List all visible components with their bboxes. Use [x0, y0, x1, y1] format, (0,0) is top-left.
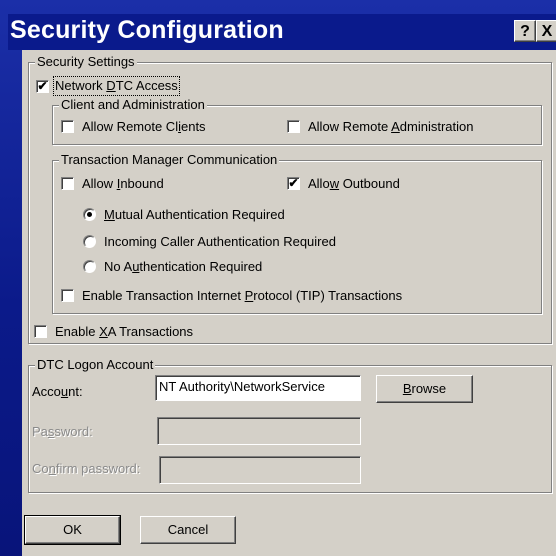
- account-input[interactable]: NT Authority\NetworkService: [155, 375, 361, 401]
- window-frame: Security Configuration ? X Security Sett…: [0, 0, 556, 556]
- incoming-caller-auth-label[interactable]: Incoming Caller Authentication Required: [104, 234, 336, 250]
- confirm-password-input[interactable]: [159, 456, 361, 484]
- enable-xa-label[interactable]: Enable XA Transactions: [55, 324, 193, 340]
- allow-inbound-label[interactable]: Allow Inbound: [82, 176, 164, 192]
- confirm-password-label: Confirm password:: [32, 461, 141, 476]
- tm-communication-legend: Transaction Manager Communication: [59, 152, 280, 167]
- network-dtc-access-checkbox[interactable]: ✔: [36, 80, 49, 93]
- password-label: Password:: [32, 424, 93, 439]
- no-auth-radio[interactable]: [83, 260, 96, 273]
- allow-remote-admin-checkbox[interactable]: [287, 120, 300, 133]
- enable-xa-checkbox[interactable]: [34, 325, 47, 338]
- client-admin-legend: Client and Administration: [59, 97, 207, 112]
- dialog-body: Security Settings ✔ Network DTC Access C…: [22, 50, 556, 556]
- network-dtc-access-label[interactable]: Network DTC Access: [53, 76, 180, 96]
- mutual-auth-radio[interactable]: [83, 208, 96, 221]
- allow-remote-clients-label[interactable]: Allow Remote Clients: [82, 119, 206, 135]
- mutual-auth-label[interactable]: Mutual Authentication Required: [104, 207, 285, 223]
- security-settings-legend: Security Settings: [35, 54, 137, 69]
- help-button[interactable]: ?: [514, 20, 536, 42]
- account-label: Account:: [32, 384, 83, 399]
- allow-inbound-checkbox[interactable]: [61, 177, 74, 190]
- enable-tip-checkbox[interactable]: [61, 289, 74, 302]
- ok-button[interactable]: OK: [24, 515, 121, 545]
- radio-selected-dot: [87, 212, 92, 217]
- cancel-button[interactable]: Cancel: [140, 516, 236, 544]
- allow-remote-admin-label[interactable]: Allow Remote Administration: [308, 119, 473, 135]
- close-button[interactable]: X: [536, 20, 556, 42]
- window-title: Security Configuration: [10, 16, 284, 44]
- title-bar[interactable]: Security Configuration ? X: [8, 14, 556, 50]
- allow-outbound-checkbox[interactable]: ✔: [287, 177, 300, 190]
- no-auth-label[interactable]: No Authentication Required: [104, 259, 262, 275]
- allow-remote-clients-checkbox[interactable]: [61, 120, 74, 133]
- incoming-caller-auth-radio[interactable]: [83, 235, 96, 248]
- browse-button[interactable]: Browse: [376, 375, 473, 403]
- allow-outbound-label[interactable]: Allow Outbound: [308, 176, 400, 192]
- logon-account-legend: DTC Logon Account: [35, 357, 156, 372]
- password-input[interactable]: [157, 417, 361, 445]
- enable-tip-label[interactable]: Enable Transaction Internet Protocol (TI…: [82, 288, 402, 304]
